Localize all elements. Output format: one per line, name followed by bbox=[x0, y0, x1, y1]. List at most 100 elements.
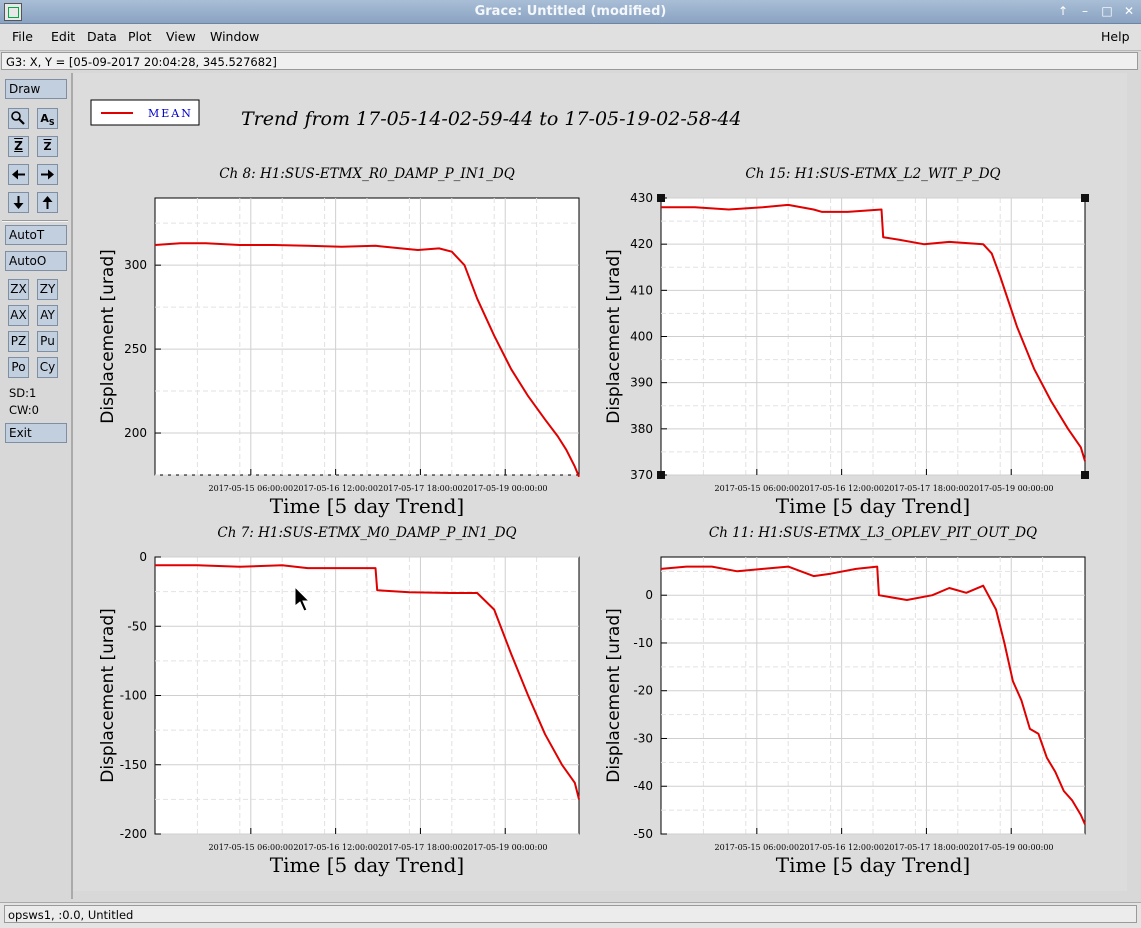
y-tick-label: 390 bbox=[630, 376, 653, 390]
shade-window-icon[interactable]: ↑ bbox=[1055, 3, 1071, 19]
maximize-window-icon[interactable]: □ bbox=[1099, 3, 1115, 19]
zoom-tool-button[interactable] bbox=[8, 108, 29, 129]
x-tick-label: 2017-05-17 18:00:00 bbox=[884, 843, 969, 852]
status-bar: opsws1, :0.0, Untitled bbox=[0, 902, 1141, 928]
selection-handle bbox=[1081, 471, 1089, 479]
draw-button[interactable]: Draw bbox=[5, 79, 67, 99]
y-tick-label: 200 bbox=[124, 426, 147, 440]
y-tick-label: 0 bbox=[139, 550, 147, 564]
x-tick-label: 2017-05-19 00:00:00 bbox=[969, 484, 1054, 493]
menu-file[interactable]: File bbox=[12, 29, 33, 44]
ax-button[interactable]: AX bbox=[8, 305, 29, 326]
autoo-button[interactable]: AutoO bbox=[5, 251, 67, 271]
zy-button[interactable]: ZY bbox=[37, 279, 58, 300]
close-window-icon[interactable]: ✕ bbox=[1121, 3, 1137, 19]
cy-button[interactable]: Cy bbox=[37, 357, 58, 378]
x-axis-label: Time [5 day Trend] bbox=[270, 494, 464, 518]
text-scale-icon: AS bbox=[40, 112, 55, 128]
set-default-label: SD:1 bbox=[9, 386, 37, 400]
selection-handle bbox=[657, 471, 665, 479]
scroll-left-button[interactable] bbox=[8, 164, 29, 185]
tool-separator bbox=[2, 220, 68, 222]
y-tick-label: 300 bbox=[124, 258, 147, 272]
zoom-z-small-icon: Z bbox=[43, 140, 52, 153]
graph-1[interactable]: 370 380 390 400 410 420 430 2017-05-15 06:00:00… bbox=[604, 166, 1086, 518]
arrow-left-icon bbox=[12, 169, 25, 180]
selection-handle bbox=[657, 194, 665, 202]
menu-plot[interactable]: Plot bbox=[128, 29, 152, 44]
menu-edit[interactable]: Edit bbox=[51, 29, 75, 44]
x-tick-label: 2017-05-16 12:00:00 bbox=[293, 484, 378, 493]
y-tick-label: 400 bbox=[630, 330, 653, 344]
y-axis-label: Displacement [urad] bbox=[604, 249, 624, 424]
x-tick-label: 2017-05-16 12:00:00 bbox=[799, 843, 884, 852]
po-button[interactable]: Po bbox=[8, 357, 29, 378]
window-title: Grace: Untitled (modified) bbox=[474, 4, 667, 19]
exit-button[interactable]: Exit bbox=[5, 423, 67, 443]
menu-view[interactable]: View bbox=[166, 29, 196, 44]
y-tick-label: -10 bbox=[633, 636, 653, 650]
tool-panel: Draw AS Z Z AutoT AutoO ZX ZY AX AY PZ P… bbox=[0, 73, 73, 899]
y-tick-label: -50 bbox=[633, 827, 653, 841]
zx-button[interactable]: ZX bbox=[8, 279, 29, 300]
graph-title: Ch 7: H1:SUS-ETMX_M0_DAMP_P_IN1_DQ bbox=[217, 525, 516, 541]
arrow-down-icon bbox=[13, 196, 24, 209]
scroll-right-button[interactable] bbox=[37, 164, 58, 185]
autot-button[interactable]: AutoT bbox=[5, 225, 67, 245]
y-tick-label: -100 bbox=[120, 689, 147, 703]
window-titlebar[interactable]: Grace: Untitled (modified) ↑ – □ ✕ bbox=[0, 0, 1141, 24]
plot-svg[interactable]: MEAN Trend from 17-05-14-02-59-44 to 17-… bbox=[73, 73, 1127, 891]
y-axis-label: Displacement [urad] bbox=[604, 608, 624, 783]
legend-box[interactable]: MEAN bbox=[90, 99, 200, 126]
graph-3[interactable]: -50-40-30-20-1002017-05-15 06:00:00 2017-… bbox=[604, 525, 1086, 877]
plot-canvas[interactable]: MEAN Trend from 17-05-14-02-59-44 to 17-… bbox=[73, 73, 1127, 891]
menu-window[interactable]: Window bbox=[210, 29, 259, 44]
x-tick-label: 2017-05-19 00:00:00 bbox=[969, 843, 1054, 852]
autoscale-text-button[interactable]: AS bbox=[37, 108, 58, 129]
graph-0[interactable]: 200 250 300 2017-05-15 06:00:00 2017-05-16 1… bbox=[98, 166, 580, 518]
current-world-label: CW:0 bbox=[9, 403, 39, 417]
y-tick-label: -20 bbox=[633, 684, 653, 698]
minimize-window-icon[interactable]: – bbox=[1077, 3, 1093, 19]
menu-help[interactable]: Help bbox=[1101, 29, 1130, 44]
selection-handle bbox=[1081, 194, 1089, 202]
x-axis-label: Time [5 day Trend] bbox=[776, 853, 970, 877]
pz-button[interactable]: PZ bbox=[8, 331, 29, 352]
arrow-right-icon bbox=[41, 169, 54, 180]
menu-data[interactable]: Data bbox=[87, 29, 117, 44]
x-axis-label: Time [5 day Trend] bbox=[776, 494, 970, 518]
y-tick-label: 410 bbox=[630, 283, 653, 297]
y-tick-label: -50 bbox=[127, 619, 147, 633]
x-tick-label: 2017-05-15 06:00:00 bbox=[715, 484, 800, 493]
x-tick-label: 2017-05-17 18:00:00 bbox=[378, 843, 463, 852]
zoom-y-button[interactable]: Z bbox=[37, 136, 58, 157]
x-tick-label: 2017-05-15 06:00:00 bbox=[715, 843, 800, 852]
y-tick-label: -150 bbox=[120, 758, 147, 772]
x-tick-label: 2017-05-15 06:00:00 bbox=[209, 843, 294, 852]
x-axis-label: Time [5 day Trend] bbox=[270, 853, 464, 877]
arrow-up-icon bbox=[42, 196, 53, 209]
zoom-x-button[interactable]: Z bbox=[8, 136, 29, 157]
scroll-down-button[interactable] bbox=[8, 192, 29, 213]
y-tick-label: -40 bbox=[633, 779, 653, 793]
y-axis-label: Displacement [urad] bbox=[98, 249, 118, 424]
y-tick-label: 250 bbox=[124, 342, 147, 356]
graph-title: Ch 15: H1:SUS-ETMX_L2_WIT_P_DQ bbox=[745, 166, 1000, 182]
x-tick-label: 2017-05-16 12:00:00 bbox=[799, 484, 884, 493]
legend-mean-label: MEAN bbox=[148, 107, 193, 120]
y-tick-label: 0 bbox=[645, 588, 653, 602]
x-tick-label: 2017-05-17 18:00:00 bbox=[378, 484, 463, 493]
y-tick-label: -200 bbox=[120, 827, 147, 841]
x-tick-label: 2017-05-19 00:00:00 bbox=[463, 843, 548, 852]
menu-bar: File Edit Data Plot View Window Help bbox=[0, 24, 1141, 51]
zoom-z-icon: Z bbox=[14, 139, 23, 153]
graph-title: Ch 8: H1:SUS-ETMX_R0_DAMP_P_IN1_DQ bbox=[219, 166, 515, 182]
plot-main-title: Trend from 17-05-14-02-59-44 to 17-05-19… bbox=[241, 108, 742, 130]
graph-2[interactable]: -200 -150 -100 -50 0 2017-05-15 06:00:00 2017-… bbox=[98, 525, 580, 877]
status-text: opsws1, :0.0, Untitled bbox=[4, 905, 1137, 923]
x-tick-label: 2017-05-17 18:00:00 bbox=[884, 484, 969, 493]
locator-bar: G3: X, Y = [05-09-2017 20:04:28, 345.527… bbox=[1, 52, 1138, 70]
pu-button[interactable]: Pu bbox=[37, 331, 58, 352]
ay-button[interactable]: AY bbox=[37, 305, 58, 326]
scroll-up-button[interactable] bbox=[37, 192, 58, 213]
